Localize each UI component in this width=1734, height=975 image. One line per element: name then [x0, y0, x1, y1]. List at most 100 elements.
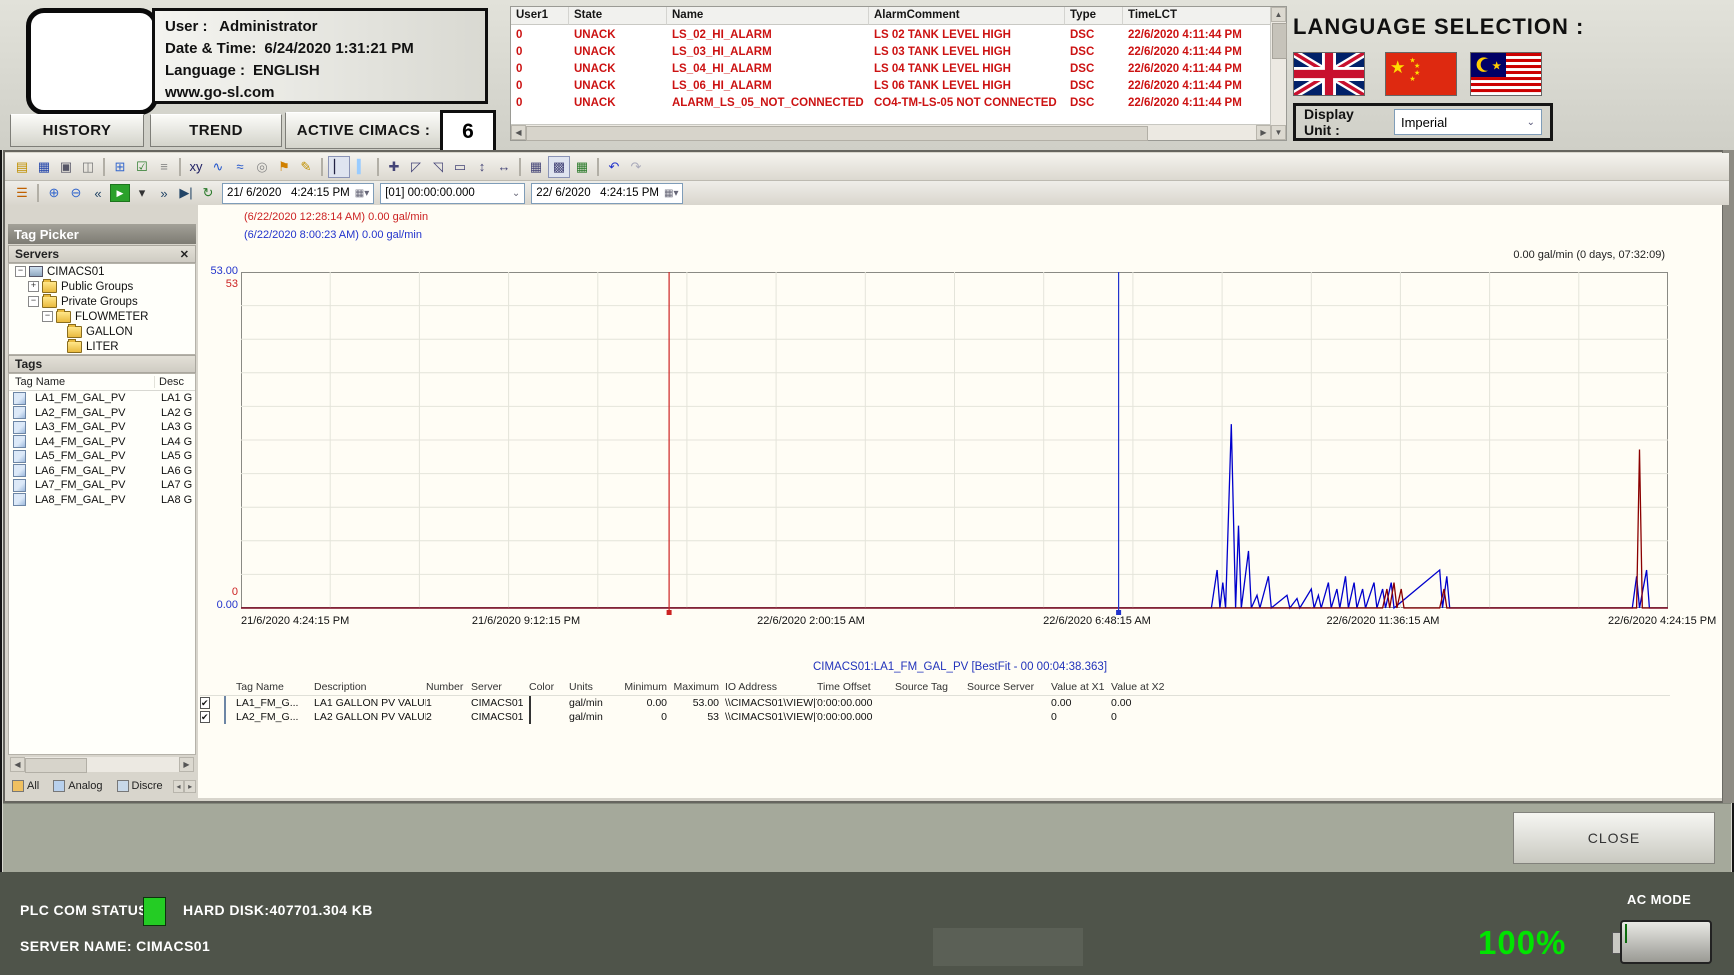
zoom-horizontal-icon[interactable]: ↔	[494, 157, 514, 177]
legend-row[interactable]: ✔ LA1_FM_G... LA1 GALLON PV VALUE 1 CIMA…	[200, 696, 1670, 710]
expand-icon[interactable]: +	[28, 281, 39, 292]
grid-dense-icon[interactable]: ▩	[548, 156, 570, 178]
scroll-right-icon[interactable]: ▶	[179, 757, 194, 772]
annotate-flag-icon[interactable]: ⚑	[274, 157, 294, 177]
cursor-bar-icon[interactable]: ▍	[352, 157, 372, 177]
pen-color-swatch[interactable]	[529, 710, 531, 724]
grid-green-icon[interactable]: ▦	[572, 157, 592, 177]
add-display-icon[interactable]: ⊞	[110, 157, 130, 177]
tag-list-item[interactable]: LA4_FM_GAL_PVLA4 G	[9, 435, 195, 450]
alarm-col-header[interactable]: State	[569, 7, 667, 25]
scroll-thumb[interactable]	[1272, 23, 1287, 59]
desc-column-header[interactable]: Desc	[155, 376, 195, 388]
tag-list-item[interactable]: LA5_FM_GAL_PVLA5 G	[9, 449, 195, 464]
history-button[interactable]: HISTORY	[10, 114, 144, 147]
save-icon[interactable]: ▦	[34, 157, 54, 177]
skip-end-icon[interactable]: ▶|	[176, 183, 196, 203]
tab-discrete[interactable]: Discre	[113, 778, 167, 794]
report-icon[interactable]: ≡	[154, 157, 174, 177]
alarm-col-header[interactable]: TimeLCT	[1123, 7, 1271, 25]
alarm-row[interactable]: 0UNACKLS_04_HI_ALARMLS 04 TANK LEVEL HIG…	[511, 62, 1271, 79]
tree-item-liter[interactable]: LITER	[9, 339, 195, 354]
close-button[interactable]: CLOSE	[1513, 812, 1715, 864]
xy-plot-icon[interactable]: xy	[186, 157, 206, 177]
close-icon[interactable]: ✕	[180, 248, 189, 261]
cursor-line-icon[interactable]: ▏	[328, 156, 350, 178]
end-datetime-input[interactable]: 22/ 6/2020 4:24:15 PM▦▾	[531, 183, 683, 204]
scroll-thumb[interactable]	[25, 758, 87, 773]
alarm-col-header[interactable]: User1	[511, 7, 569, 25]
alarm-row[interactable]: 0UNACKLS_06_HI_ALARMLS 06 TANK LEVEL HIG…	[511, 79, 1271, 96]
display-check-icon[interactable]: ☑	[132, 157, 152, 177]
trend-button[interactable]: TREND	[150, 114, 282, 147]
malaysia-flag-icon[interactable]: ★	[1470, 52, 1542, 96]
uk-flag-icon[interactable]	[1293, 52, 1365, 96]
pen-enabled-checkbox[interactable]: ✔	[200, 711, 210, 723]
alarm-horizontal-scrollbar[interactable]: ◀ ▶	[511, 124, 1271, 140]
zoom-x-icon[interactable]: ◹	[428, 157, 448, 177]
alarm-col-header[interactable]: Type	[1065, 7, 1123, 25]
legend-row[interactable]: ✔ LA2_FM_G... LA2 GALLON PV VALUE 2 CIMA…	[200, 710, 1670, 724]
tree-item-public-groups[interactable]: +Public Groups	[9, 279, 195, 294]
alarm-col-header[interactable]: Name	[667, 7, 869, 25]
tag-list-horizontal-scrollbar[interactable]: ◀ ▶	[10, 757, 194, 772]
zoom-in-icon[interactable]: ⊕	[44, 183, 64, 203]
tree-item-cimacs01[interactable]: −CIMACS01	[9, 264, 195, 279]
zoom-vertical-icon[interactable]: ↕	[472, 157, 492, 177]
zoom-free-icon[interactable]: ◸	[406, 157, 426, 177]
grid-toggle-icon[interactable]: ▦	[526, 157, 546, 177]
play-icon[interactable]: ▶	[110, 184, 130, 202]
scroll-left-icon[interactable]: ◀	[10, 757, 25, 772]
alarm-row[interactable]: 0UNACKALARM_LS_05_NOT_CONNECTEDCO4-TM-LS…	[511, 96, 1271, 113]
collapse-icon[interactable]: −	[28, 296, 39, 307]
pen-icon[interactable]: ✎	[296, 157, 316, 177]
tab-analog[interactable]: Analog	[49, 778, 106, 794]
alarm-row[interactable]: 0UNACKLS_02_HI_ALARMLS 02 TANK LEVEL HIG…	[511, 28, 1271, 45]
copy-icon[interactable]: ◫	[78, 157, 98, 177]
scroll-up-icon[interactable]: ▲	[1271, 7, 1286, 22]
multi-trend-icon[interactable]: ≈	[230, 157, 250, 177]
collapse-icon[interactable]: −	[15, 266, 26, 277]
tab-scroll-left-icon[interactable]: ◂	[173, 780, 185, 793]
scroll-right-icon[interactable]: ▶	[1256, 125, 1271, 140]
scroll-left-icon[interactable]: ◀	[511, 125, 526, 140]
undo-icon[interactable]: ↶	[604, 157, 624, 177]
tab-all[interactable]: All	[8, 778, 43, 794]
tag-list-item[interactable]: LA7_FM_GAL_PVLA7 G	[9, 478, 195, 493]
fast-forward-icon[interactable]: »	[154, 183, 174, 203]
trend-chart-icon[interactable]: ∿	[208, 157, 228, 177]
tag-list-icon[interactable]: ☰	[12, 183, 32, 203]
zoom-box-icon[interactable]: ▭	[450, 157, 470, 177]
tag-list-item[interactable]: LA3_FM_GAL_PVLA3 G	[9, 420, 195, 435]
tag-list-item[interactable]: LA8_FM_GAL_PVLA8 G	[9, 493, 195, 508]
tree-item-private-groups[interactable]: −Private Groups	[9, 294, 195, 309]
pan-icon[interactable]: ✚	[384, 157, 404, 177]
zoom-out-icon[interactable]: ⊖	[66, 183, 86, 203]
compass-icon[interactable]: ◎	[252, 157, 272, 177]
alarm-vertical-scrollbar[interactable]: ▲ ▼	[1270, 7, 1286, 140]
open-icon[interactable]: ▤	[12, 157, 32, 177]
play-dropdown-icon[interactable]: ▾	[132, 183, 152, 203]
print-icon[interactable]: ▣	[56, 157, 76, 177]
pen-enabled-checkbox[interactable]: ✔	[200, 697, 210, 709]
redo-icon[interactable]: ↷	[626, 157, 646, 177]
tree-item-flowmeter[interactable]: −FLOWMETER	[9, 309, 195, 324]
alarm-col-header[interactable]: AlarmComment	[869, 7, 1065, 25]
pen-color-swatch[interactable]	[529, 696, 531, 710]
rewind-icon[interactable]: «	[88, 183, 108, 203]
refresh-icon[interactable]: ↻	[198, 183, 218, 203]
tag-name-column-header[interactable]: Tag Name	[9, 376, 155, 388]
china-flag-icon[interactable]: ★★★★★	[1385, 52, 1457, 96]
scroll-thumb[interactable]	[526, 126, 1148, 141]
trend-plot[interactable]	[241, 272, 1668, 618]
tag-list-item[interactable]: LA1_FM_GAL_PVLA1 G	[9, 391, 195, 406]
tag-list-item[interactable]: LA6_FM_GAL_PVLA6 G	[9, 464, 195, 479]
calendar-icon[interactable]: ▦▾	[355, 188, 369, 199]
display-unit-select[interactable]: Imperial ⌄	[1394, 109, 1542, 135]
tag-list-item[interactable]: LA2_FM_GAL_PVLA2 G	[9, 406, 195, 421]
tree-item-gallon[interactable]: GALLON	[9, 324, 195, 339]
start-datetime-input[interactable]: 21/ 6/2020 4:24:15 PM▦▾	[222, 183, 374, 204]
interval-select[interactable]: [01] 00:00:00.000⌄	[380, 183, 525, 204]
scroll-down-icon[interactable]: ▼	[1271, 125, 1286, 140]
collapse-icon[interactable]: −	[42, 311, 53, 322]
